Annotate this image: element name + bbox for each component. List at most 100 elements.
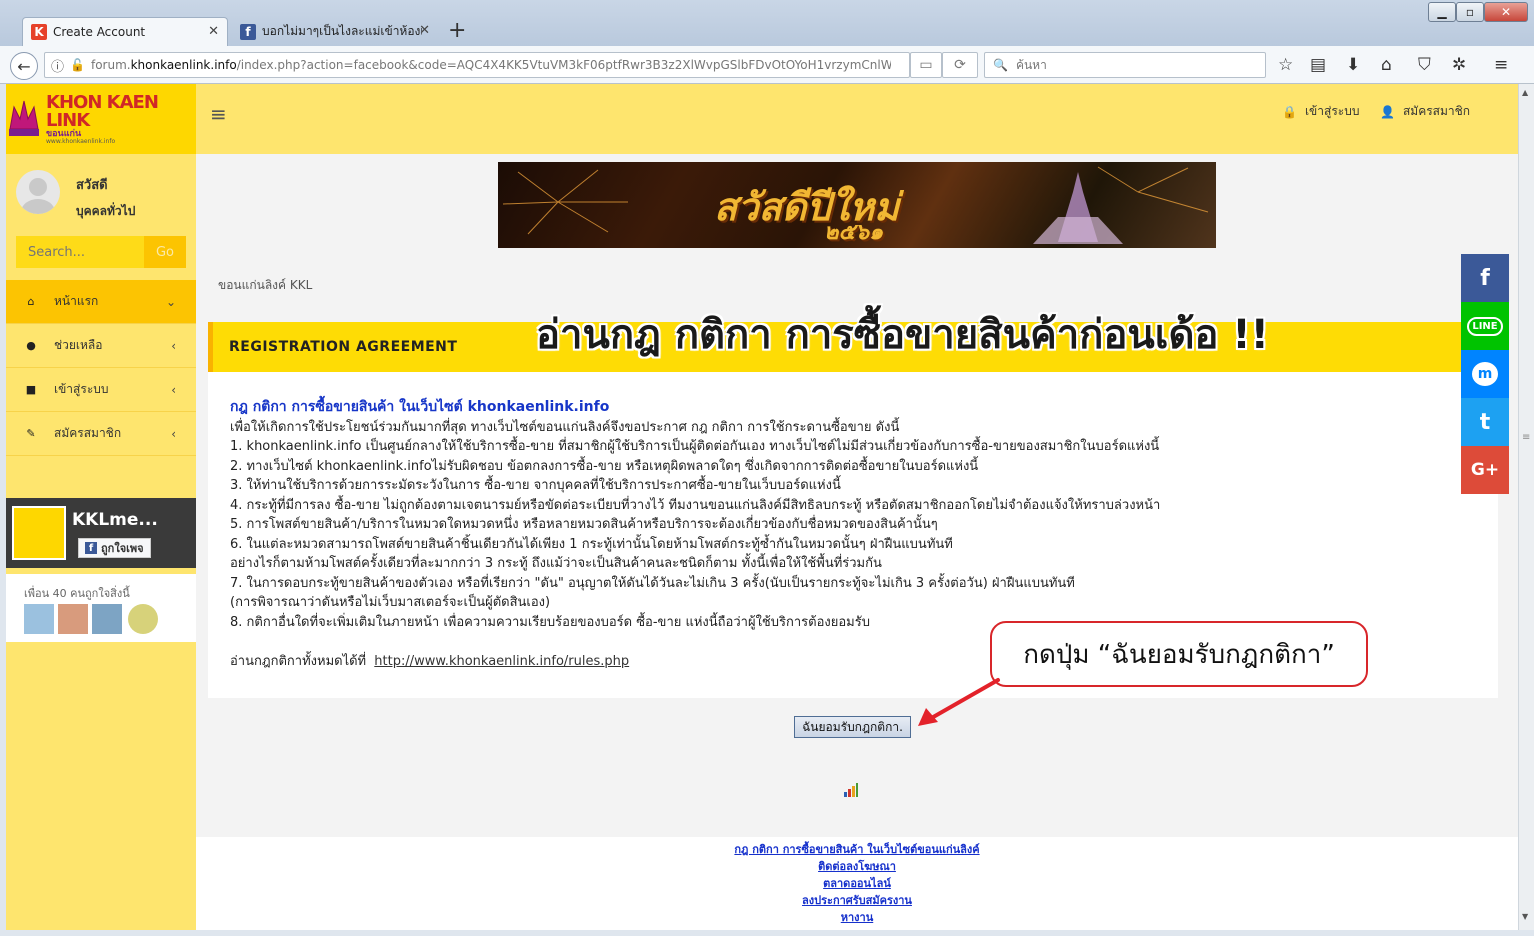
download-icon[interactable]: ⬇ (1346, 54, 1360, 76)
page-scrollbar[interactable]: ▲ ≡ ▼ (1518, 84, 1534, 930)
url-domain: khonkaenlink.info (130, 58, 237, 72)
top-header-bar: ≡ 🔒 เข้าสู่ระบบ 👤 สมัครสมาชิก (196, 84, 1518, 154)
browser-window: K Create Account ✕ f บอกไม่มาๆเป็นไงละแม… (0, 0, 1534, 936)
scroll-down-icon[interactable]: ▼ (1522, 912, 1528, 921)
rule-line: เพื่อให้เกิดการใช้ประโยชน์ร่วมกันมากที่ส… (230, 419, 900, 435)
scroll-grip-icon[interactable]: ≡ (1522, 432, 1530, 443)
site-logo[interactable]: KHON KAEN LINK ขอนแก่น www.khonkaenlink.… (6, 84, 196, 154)
top-register-link[interactable]: 👤 สมัครสมาชิก (1380, 102, 1470, 121)
rule-line: 4. กระทู้ที่มีการลง ซื้อ-ขาย ไม่ถูกต้องต… (230, 497, 1161, 513)
callout-text: กดปุ่ม “ฉันยอมรับกฎกติกา” (1023, 639, 1335, 670)
question-icon: ● (26, 339, 36, 352)
messenger-share-button[interactable]: m (1461, 350, 1509, 398)
banner-year: ๒๕๖๑ (824, 220, 884, 245)
rule-line: อย่างไรก็ตามห้ามโพสต์ครั้งเดียวที่ละมากก… (230, 556, 882, 571)
breadcrumb[interactable]: ขอนแก่นลิงค์ KKL (218, 276, 312, 295)
reader-view-icon[interactable]: ▭ (910, 52, 942, 78)
facebook-page-widget[interactable]: KKLme... f ถูกใจเพจ (6, 498, 196, 568)
sidebar-item-label: ช่วยเหลือ (54, 338, 103, 352)
navigation-bar: ← ⓘ 🔓 forum.khonkaenlink.info/index.php?… (0, 46, 1534, 84)
address-bar[interactable]: ⓘ 🔓 forum.khonkaenlink.info/index.php?ac… (44, 52, 910, 78)
tab-facebook[interactable]: f บอกไม่มาๆเป็นไงละแม่เข้าห้องเล ✕ (232, 17, 438, 46)
chevron-left-icon: ‹ (171, 426, 176, 441)
new-year-banner[interactable]: สวัสดีปีใหม่ ๒๕๖๑ (498, 162, 1216, 248)
footer-link[interactable]: หางาน (196, 909, 1518, 926)
search-box[interactable]: 🔍 ค้นหา (984, 52, 1266, 78)
avatar (16, 170, 60, 214)
rule-line: 5. การโพสต์ขายสินค้า/บริการในหมวดใดหมวดห… (230, 517, 938, 532)
home-icon[interactable]: ⌂ (1381, 54, 1392, 76)
tab-strip: K Create Account ✕ f บอกไม่มาๆเป็นไงละแม… (0, 0, 1534, 46)
footer-link[interactable]: ลงประกาศรับสมัครงาน (196, 892, 1518, 909)
friend-avatar[interactable] (24, 604, 54, 634)
annotation-arrow-icon (918, 678, 1000, 726)
close-tab-icon[interactable]: ✕ (419, 23, 430, 38)
footer: กฎ กติกา การซื้อขายสินค้า ในเว็บไซต์ขอนแ… (196, 837, 1518, 930)
bookmark-star-icon[interactable]: ☆ (1278, 54, 1293, 76)
search-icon: 🔍 (993, 58, 1008, 72)
crown-logo-icon (6, 99, 42, 139)
extension-icon[interactable]: ✲ (1452, 54, 1466, 76)
facebook-share-button[interactable]: f (1461, 254, 1509, 302)
web-page: KHON KAEN LINK ขอนแก่น www.khonkaenlink.… (6, 84, 1518, 930)
new-tab-button[interactable]: + (448, 18, 466, 43)
url-prefix: forum. (90, 58, 131, 72)
sidebar-item-home[interactable]: ⌂ หน้าแรก ⌄ (6, 280, 196, 324)
user-plus-icon: 👤 (1380, 104, 1395, 119)
logo-sub: www.khonkaenlink.info (46, 137, 116, 145)
sidebar: KHON KAEN LINK ขอนแก่น www.khonkaenlink.… (6, 84, 196, 930)
top-login-link[interactable]: 🔒 เข้าสู่ระบบ (1282, 102, 1359, 121)
info-icon[interactable]: ⓘ (51, 56, 64, 75)
line-share-button[interactable]: LINE (1461, 302, 1509, 350)
read-all-label: อ่านกฎกติกาทั้งหมดได้ที่ (230, 653, 367, 669)
sidebar-item-help[interactable]: ● ช่วยเหลือ ‹ (6, 324, 196, 368)
friend-avatar[interactable] (128, 604, 158, 634)
rule-line: 2. ทางเว็บไซต์ khonkaenlink.infoไม่รับผิ… (230, 458, 979, 474)
chevron-left-icon: ‹ (171, 338, 176, 353)
rule-line: 6. ในแต่ละหมวดสามารถโพสต์ขายสินค้าชิ้นเด… (230, 536, 953, 552)
footer-link[interactable]: ตลาดออนไลน์ (196, 875, 1518, 892)
rule-line: 3. ให้ท่านใช้บริการด้วยการระมัดระวังในกา… (230, 478, 841, 493)
minimize-icon[interactable]: ▁ (1428, 2, 1456, 22)
facebook-icon: f (85, 542, 97, 554)
friend-avatar[interactable] (58, 604, 88, 634)
share-sidebar: f LINE m t G+ (1461, 254, 1509, 494)
footer-link[interactable]: ติดต่อลงโฆษณา (196, 858, 1518, 875)
hamburger-menu-icon[interactable]: ≡ (1494, 54, 1508, 76)
fb-like-button[interactable]: f ถูกใจเพจ (78, 538, 151, 558)
sidebar-item-label: หน้าแรก (54, 294, 99, 308)
rule-line: 7. ในการดอบกระทู้ขายสินค้าของตัวเอง หรือ… (230, 575, 1075, 591)
bookmarks-list-icon[interactable]: ▤ (1310, 54, 1326, 76)
sidebar-item-register[interactable]: ✎ สมัครสมาชิก ‹ (6, 412, 196, 456)
sidebar-search-input[interactable] (16, 236, 144, 268)
khonkaenlink-favicon-icon: K (31, 24, 47, 40)
stats-counter-icon[interactable] (844, 782, 858, 797)
hamburger-menu-icon[interactable]: ≡ (210, 102, 227, 126)
google-plus-icon: G+ (1470, 460, 1500, 480)
rules-link[interactable]: http://www.khonkaenlink.info/rules.php (374, 654, 629, 669)
pocket-icon[interactable]: ⛉ (1418, 54, 1431, 76)
close-tab-icon[interactable]: ✕ (208, 24, 219, 39)
sidebar-item-login[interactable]: ■ เข้าสู่ระบบ ‹ (6, 368, 196, 412)
scroll-up-icon[interactable]: ▲ (1522, 88, 1528, 97)
rules-title: กฎ กติกา การซื้อขายสินค้า ในเว็บไซต์ kho… (230, 399, 610, 415)
friend-avatar[interactable] (92, 604, 122, 634)
greeting: สวัสดี (76, 178, 108, 193)
twitter-share-button[interactable]: t (1461, 398, 1509, 446)
top-login-label: เข้าสู่ระบบ (1304, 104, 1360, 118)
messenger-icon: m (1472, 362, 1498, 386)
accept-rules-button[interactable]: ฉันยอมรับกฎกติกา. (794, 716, 911, 738)
reload-icon[interactable]: ⟳ (942, 52, 978, 78)
maximize-icon[interactable]: ▫ (1456, 2, 1484, 22)
pencil-icon: ✎ (26, 427, 36, 440)
annotation-overlay-title: อ่านกฎ กติกา การซื้อขายสินค้าก่อนเด้อ !! (536, 312, 1269, 358)
lock-icon: 🔒 (1282, 104, 1297, 119)
tab-create-account[interactable]: K Create Account ✕ (22, 17, 228, 46)
annotation-callout: กดปุ่ม “ฉันยอมรับกฎกติกา” (990, 621, 1368, 687)
search-go-button[interactable]: Go (144, 236, 186, 268)
footer-link[interactable]: กฎ กติกา การซื้อขายสินค้า ในเว็บไซต์ขอนแ… (196, 841, 1518, 858)
rule-line: 1. khonkaenlink.info เป็นศูนย์กลางให้ใช้… (230, 439, 1160, 454)
back-button[interactable]: ← (10, 52, 38, 80)
close-window-icon[interactable]: ✕ (1484, 2, 1528, 22)
google-plus-share-button[interactable]: G+ (1461, 446, 1509, 494)
